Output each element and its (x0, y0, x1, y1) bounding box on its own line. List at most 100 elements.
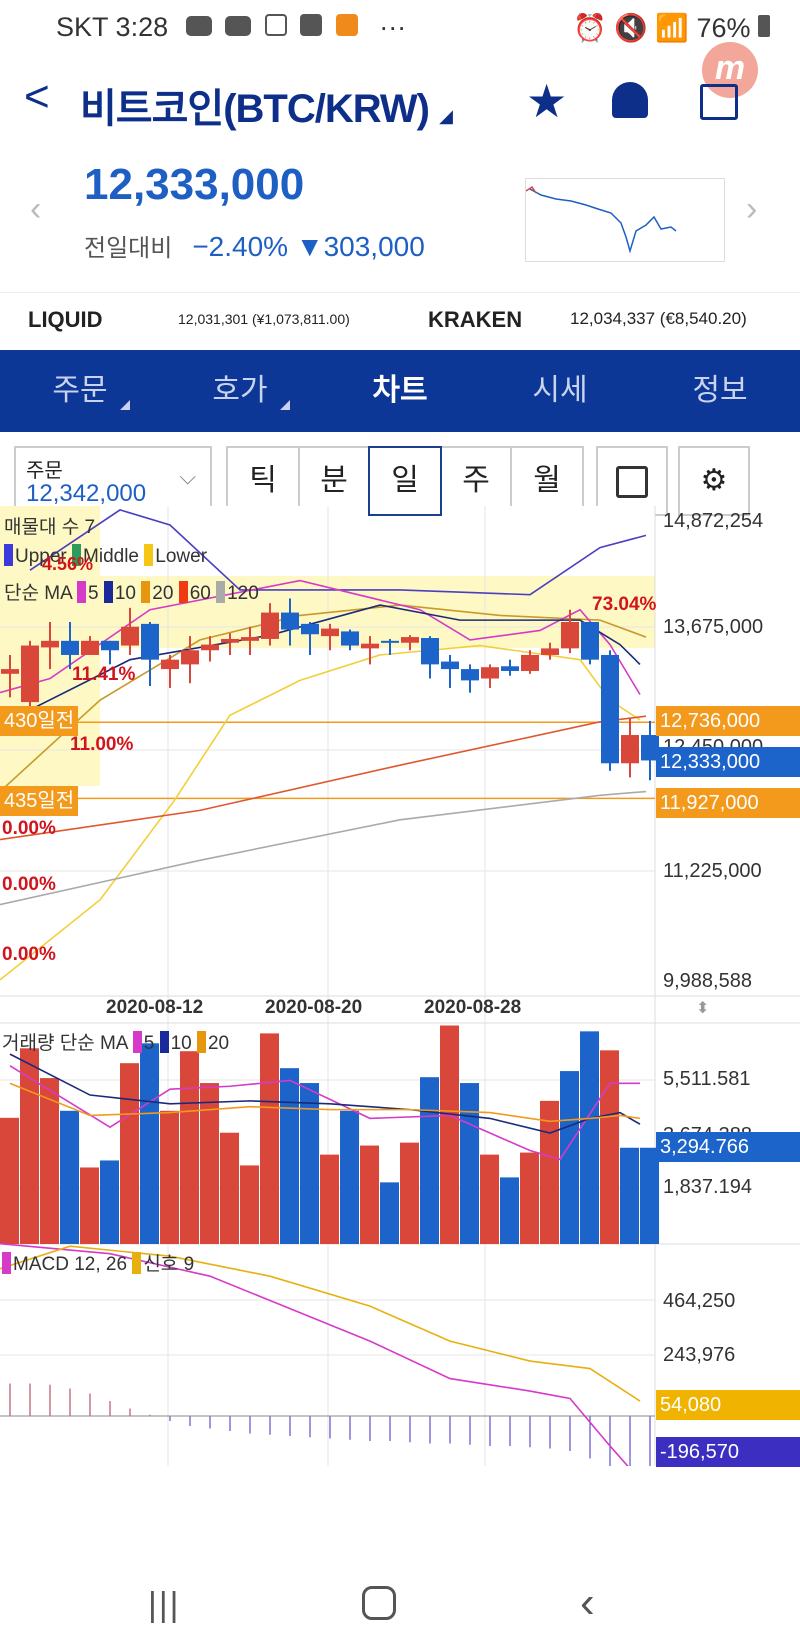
candle (121, 626, 139, 646)
status-bar: SKT 3:28 ··· ⏰ 🔇 📶 76% (0, 0, 800, 56)
tab-orderbook[interactable]: 호가 (160, 350, 320, 432)
volume-profile-title: 매물대 수 7 (4, 517, 96, 538)
candle (241, 637, 259, 641)
main-tabs: 주문 호가 차트 시세 정보 (0, 350, 800, 432)
period-day[interactable]: 일 (368, 446, 442, 516)
prev-coin-chevron-icon[interactable]: ‹ (30, 190, 41, 229)
recent-apps-icon[interactable]: ||| (148, 1586, 181, 1625)
volume-current-tag: 3,294.766 (656, 1132, 800, 1162)
volume-bar (200, 1083, 219, 1244)
carrier: SKT (56, 12, 109, 42)
candle (81, 640, 99, 655)
candle (101, 640, 119, 651)
date-label: 2020-08-28 (424, 997, 522, 1018)
order-label: 주문 (26, 460, 63, 482)
candle (521, 654, 539, 671)
macd-legend: MACD 12, 26 신호 9 (2, 1249, 194, 1276)
ma-legend: 단순 MA 5 10 20 60 120 (4, 581, 259, 604)
next-coin-chevron-icon[interactable]: › (746, 190, 757, 229)
tab-info[interactable]: 정보 (640, 350, 800, 432)
square-icon (616, 466, 648, 499)
price-axis-tick: 9,988,588 (663, 970, 752, 992)
tab-quotes[interactable]: 시세 (480, 350, 640, 432)
order-value: 12,342,000 (26, 480, 147, 507)
price-axis-tick: 11,225,000 (663, 860, 762, 882)
volume-bar (140, 1043, 159, 1244)
gear-icon: ⚙ (700, 464, 728, 497)
current-price-tag: 12,333,000 (656, 747, 800, 777)
more-notifications: ··· (379, 12, 407, 42)
volume-bar (80, 1167, 99, 1244)
candle (221, 638, 239, 643)
youtube-icon (225, 16, 252, 36)
dropdown-icon: ◢ (439, 106, 453, 126)
m-icon (300, 14, 323, 36)
title-text: 비트코인(BTC/KRW) (80, 87, 430, 131)
tab-label: 주문 (52, 374, 108, 407)
volume-bar (340, 1110, 359, 1244)
back-nav-icon[interactable]: ‹ (580, 1578, 595, 1628)
candle (141, 623, 159, 660)
dropdown-icon (120, 400, 130, 410)
candle (361, 643, 379, 649)
volume-legend: 거래량 단순 MA 5 10 20 (2, 1031, 230, 1054)
coin-title[interactable]: 비트코인(BTC/KRW) ◢ (80, 76, 453, 134)
resize-handle-icon[interactable]: ⬍ (696, 998, 709, 1018)
candle (301, 623, 319, 635)
volume-bar (100, 1160, 119, 1244)
volume-bar (520, 1152, 539, 1244)
price-tag: 12,736,000 (656, 706, 800, 736)
date-label: 2020-08-20 (265, 997, 363, 1018)
favorite-star-icon[interactable]: ★ (526, 74, 567, 128)
profile-percent: 0.00% (2, 874, 56, 895)
profile-percent: 0.00% (2, 944, 56, 965)
volume-bar (260, 1033, 279, 1244)
candle (1, 669, 19, 674)
volume-bar (580, 1031, 599, 1244)
bell-icon[interactable] (612, 82, 648, 118)
home-icon[interactable] (362, 1586, 396, 1620)
battery-level: 76% (696, 13, 751, 43)
candle (481, 667, 499, 679)
volume-bar (280, 1068, 299, 1244)
volume-bar (0, 1117, 19, 1244)
volume-bar (240, 1165, 259, 1244)
volume-bar (620, 1147, 639, 1244)
volume-bar (180, 1051, 199, 1244)
tab-chart[interactable]: 차트 (320, 350, 480, 432)
volume-bar (440, 1025, 459, 1244)
candle (601, 654, 619, 764)
volume-bar (360, 1145, 379, 1244)
level-label: 435일전 (0, 786, 79, 816)
back-button[interactable]: < (24, 72, 50, 122)
sparkline-chart[interactable] (525, 178, 725, 262)
volume-bar (540, 1100, 559, 1244)
candle (421, 638, 439, 665)
volume-bar (560, 1071, 579, 1244)
candle (281, 612, 299, 630)
exchange-price: 12,034,337 (€8,540.20) (570, 309, 747, 328)
signal-value-tag: -196,570 (656, 1437, 800, 1467)
profile-percent: 0.00% (2, 818, 56, 839)
change-amount: ▼303,000 (295, 231, 425, 262)
b-icon (335, 14, 358, 36)
candle (201, 644, 219, 651)
tab-label: 시세 (532, 374, 588, 407)
exchange-bar: LIQUID 12,031,301 (¥1,073,811.00) KRAKEN… (0, 292, 800, 350)
tab-order[interactable]: 주문 (0, 350, 160, 432)
volume-bar (160, 1110, 179, 1244)
share-icon[interactable] (700, 84, 738, 120)
price-tag: 11,927,000 (656, 788, 800, 818)
volume-bar (480, 1154, 499, 1244)
macd-axis-tick: 464,250 (663, 1290, 736, 1312)
status-left: SKT 3:28 ··· (56, 12, 406, 43)
battery-icon (758, 15, 770, 37)
volume-bar (220, 1132, 239, 1244)
volume-bar (300, 1083, 319, 1244)
profile-percent: 73.04% (592, 594, 657, 615)
tab-label: 차트 (372, 374, 428, 407)
macd-axis-tick: 243,976 (663, 1344, 736, 1366)
android-nav-bar: ||| ‹ (0, 1564, 800, 1644)
compare-label: 전일대비 (84, 235, 173, 262)
candle (181, 650, 199, 665)
